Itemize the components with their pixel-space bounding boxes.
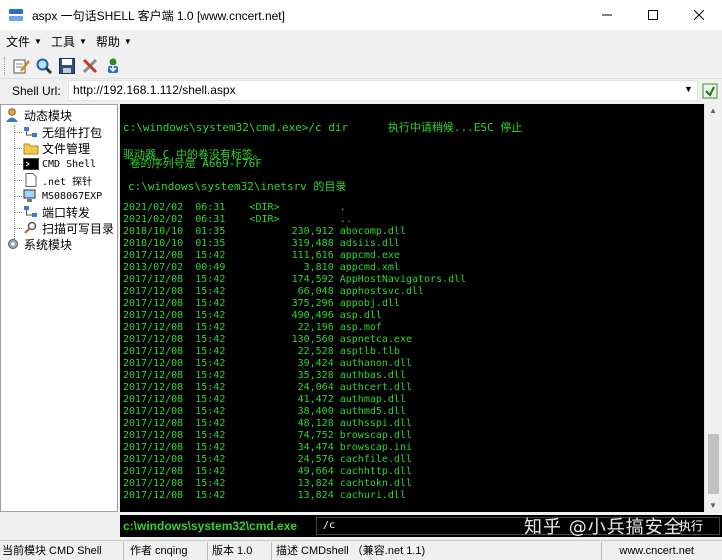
minimize-button[interactable] bbox=[584, 0, 630, 30]
module-tree: 动态模块 无组件打包 文件管理 CMD Shell .net 探针 MS0806… bbox=[0, 104, 118, 512]
dropdown-arrow-icon: ▼ bbox=[123, 36, 132, 46]
menu-file[interactable]: 文件 ▼ bbox=[4, 33, 49, 50]
download-button[interactable] bbox=[103, 56, 123, 76]
status-desc-text: 描述 CMDshell （兼容.net 1.1) bbox=[276, 544, 426, 557]
dropdown-arrow-icon: ▼ bbox=[78, 36, 87, 46]
status-author: 作者 cnqing bbox=[124, 541, 208, 560]
download-icon bbox=[108, 58, 118, 73]
tree-item-file-manager[interactable]: 文件管理 bbox=[23, 140, 90, 156]
menu-tools-label: 工具 bbox=[50, 34, 75, 49]
status-module: 当前模块 CMD Shell bbox=[0, 541, 124, 560]
status-module-text: 当前模块 CMD Shell bbox=[2, 544, 102, 557]
edit-button[interactable] bbox=[11, 56, 31, 76]
magnifier-icon bbox=[23, 221, 39, 235]
search-button[interactable] bbox=[34, 56, 54, 76]
search-icon bbox=[36, 58, 53, 74]
tree-group-system[interactable]: 系统模块 bbox=[5, 236, 72, 252]
tree-item-label: .net 探针 bbox=[42, 176, 93, 188]
maximize-button[interactable] bbox=[630, 0, 676, 30]
shell-url-label: Shell Url: bbox=[12, 84, 61, 98]
tree-item-label: 文件管理 bbox=[42, 141, 91, 156]
minimize-icon bbox=[602, 14, 612, 16]
console-command-line: c:\windows\system32\cmd.exe>/c dir 执行中请稍… bbox=[123, 121, 523, 134]
status-version-text: 版本 1.0 bbox=[212, 544, 253, 557]
edit-icon bbox=[13, 59, 30, 73]
status-version: 版本 1.0 bbox=[208, 541, 272, 560]
window-title: aspx 一句话SHELL 客户端 1.0 [www.cncert.net] bbox=[32, 8, 285, 23]
tree-item-label: MS08067EXP bbox=[42, 190, 103, 202]
console-volume-line2: 卷的序列号是 A669-F76F bbox=[123, 157, 262, 170]
url-bar: Shell Url: http://192.168.1.112/shell.as… bbox=[0, 80, 722, 102]
console-dir-of: c:\windows\system32\inetsrv 的目录 bbox=[128, 180, 347, 193]
status-author-text: 作者 cnqing bbox=[130, 544, 188, 557]
tree-item-cmd-shell[interactable]: CMD Shell bbox=[23, 156, 96, 172]
scroll-down-icon[interactable]: ▼ bbox=[709, 501, 717, 510]
tree-item-label: 无组件打包 bbox=[42, 125, 103, 140]
console-listing: 2021/02/02 06:31 <DIR> . 2021/02/02 06:3… bbox=[123, 202, 467, 501]
toolbar bbox=[0, 53, 722, 79]
menu-bar: 文件 ▼ 工具 ▼ 帮助 ▼ bbox=[0, 30, 722, 52]
status-site-text: www.cncert.net bbox=[619, 544, 694, 557]
toolbar-grip bbox=[4, 56, 7, 75]
cmd-path-input[interactable]: c:\windows\system32\cmd.exe bbox=[123, 515, 313, 537]
save-button[interactable] bbox=[57, 56, 77, 76]
tree-item-port-forward[interactable]: 端口转发 bbox=[23, 204, 90, 220]
tools-icon bbox=[82, 58, 98, 73]
title-bar: aspx 一句话SHELL 客户端 1.0 [www.cncert.net] bbox=[0, 0, 722, 30]
gear-icon bbox=[5, 237, 21, 251]
computer-icon bbox=[23, 189, 39, 203]
menu-tools[interactable]: 工具 ▼ bbox=[49, 33, 94, 50]
tree-group-dynamic[interactable]: 动态模块 bbox=[5, 107, 72, 123]
shell-url-input[interactable]: http://192.168.1.112/shell.aspx bbox=[68, 80, 698, 101]
folder-icon bbox=[23, 141, 39, 155]
maximize-icon bbox=[648, 10, 658, 20]
tree-item-net-probe[interactable]: .net 探针 bbox=[23, 172, 92, 188]
connect-button[interactable] bbox=[702, 83, 718, 99]
terminal-icon bbox=[23, 157, 39, 171]
tree-group-label: 动态模块 bbox=[24, 108, 73, 123]
console-scrollbar[interactable]: ▲ ▼ bbox=[704, 104, 721, 512]
scrollbar-thumb[interactable] bbox=[708, 434, 719, 494]
tree-item-label: 扫描可写目录 bbox=[42, 221, 115, 236]
document-icon bbox=[23, 173, 39, 187]
tree-item-label: CMD Shell bbox=[42, 158, 97, 170]
status-bar: 当前模块 CMD Shell 作者 cnqing 版本 1.0 描述 CMDsh… bbox=[0, 540, 722, 560]
dropdown-arrow-icon: ▼ bbox=[34, 36, 42, 46]
tree-item-packer[interactable]: 无组件打包 bbox=[23, 124, 102, 140]
scroll-up-icon[interactable]: ▲ bbox=[709, 106, 717, 115]
tools-button[interactable] bbox=[80, 56, 100, 76]
person-icon bbox=[5, 108, 21, 122]
folder-tree-icon bbox=[23, 125, 39, 139]
connect-icon bbox=[702, 83, 718, 99]
tree-line bbox=[14, 125, 15, 243]
app-icon bbox=[8, 7, 24, 23]
network-icon bbox=[23, 205, 39, 219]
status-desc: 描述 CMDshell （兼容.net 1.1) bbox=[272, 541, 602, 560]
menu-file-label: 文件 bbox=[6, 34, 31, 49]
close-icon bbox=[694, 10, 704, 20]
menu-help-label: 帮助 bbox=[95, 34, 120, 49]
watermark: 知乎 @小兵搞安全 bbox=[524, 517, 683, 538]
save-icon bbox=[59, 57, 75, 74]
menu-help[interactable]: 帮助 ▼ bbox=[94, 33, 139, 50]
close-button[interactable] bbox=[676, 0, 722, 30]
status-site: www.cncert.net bbox=[602, 542, 722, 560]
url-dropdown-icon[interactable]: ▼ bbox=[684, 84, 693, 94]
tree-item-label: 端口转发 bbox=[42, 205, 91, 220]
tree-item-scan-writable[interactable]: 扫描可写目录 bbox=[23, 220, 114, 236]
tree-item-ms08067[interactable]: MS08067EXP bbox=[23, 188, 102, 204]
console-output[interactable]: c:\windows\system32\cmd.exe>/c dir 执行中请稍… bbox=[120, 104, 704, 512]
tree-group-label: 系统模块 bbox=[24, 237, 73, 252]
